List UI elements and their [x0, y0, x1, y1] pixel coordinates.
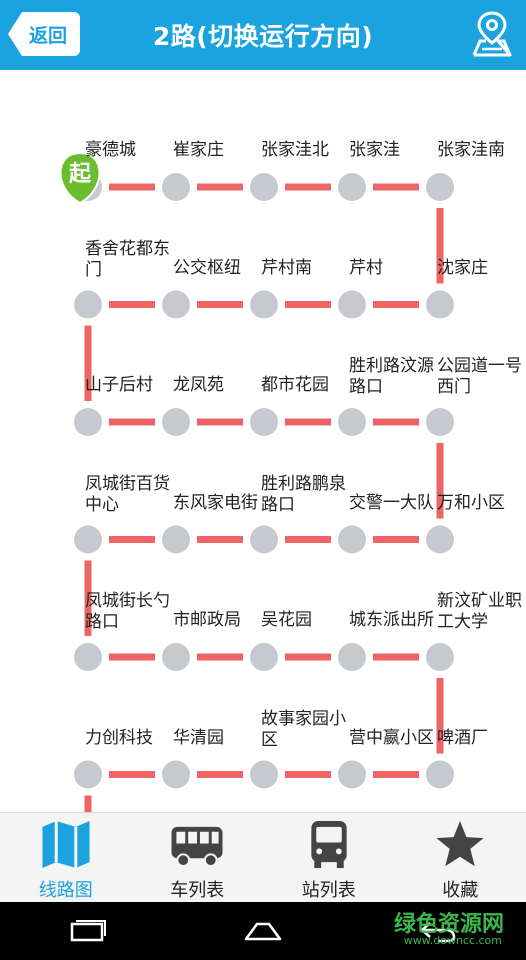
stop-marker[interactable]: [162, 760, 190, 789]
stop-marker[interactable]: [74, 525, 102, 554]
stop-label[interactable]: 张家洼: [349, 140, 439, 161]
stop-marker[interactable]: [250, 408, 278, 436]
home-button[interactable]: [233, 911, 293, 951]
stop-label[interactable]: 华清园: [173, 728, 263, 749]
stop-marker[interactable]: [250, 173, 278, 201]
stop-marker[interactable]: [162, 643, 190, 671]
stop-label[interactable]: 芹村: [349, 258, 439, 279]
stop-marker[interactable]: [162, 408, 190, 436]
stop-marker[interactable]: [426, 525, 454, 554]
stop-label[interactable]: 吴花园: [261, 610, 351, 631]
stop-marker[interactable]: [162, 525, 190, 554]
stop-marker[interactable]: [74, 408, 102, 436]
stop-label[interactable]: 公交枢纽: [173, 258, 263, 279]
route-line: 起: [59, 151, 454, 812]
stop-marker[interactable]: [338, 173, 366, 201]
bus-front-icon: [311, 820, 347, 869]
recent-apps-icon: [70, 920, 106, 942]
stop-marker[interactable]: [74, 643, 102, 671]
recent-apps-button[interactable]: [58, 911, 118, 951]
stop-label[interactable]: 凤城街长勺路口: [85, 591, 175, 633]
home-icon: [244, 922, 282, 941]
tab-label: 线路图: [38, 880, 93, 901]
stop-label[interactable]: 故事家园小区: [261, 709, 351, 751]
stop-marker[interactable]: [426, 760, 454, 789]
stop-marker[interactable]: [250, 760, 278, 789]
stop-label[interactable]: 城东派出所: [349, 610, 439, 631]
stop-label[interactable]: 东风家电街: [173, 493, 263, 514]
stop-label[interactable]: 香舍花都东门: [85, 239, 175, 281]
map-icon: [42, 820, 90, 869]
stop-label[interactable]: 胜利路鹏泉路口: [261, 474, 351, 516]
stop-label[interactable]: 胜利路汶源路口: [349, 356, 439, 398]
star-icon: [436, 820, 484, 867]
tab-favorites[interactable]: 收藏: [395, 813, 526, 902]
tab-route-map[interactable]: 线路图: [0, 813, 132, 902]
stop-label[interactable]: 山子后村: [85, 375, 175, 396]
start-badge-label: 起: [68, 162, 92, 187]
stop-label[interactable]: 交警一大队: [349, 493, 439, 514]
stop-marker[interactable]: [338, 643, 366, 671]
watermark-url: www.downcc.com: [403, 934, 502, 947]
page-title[interactable]: 2路(切换运行方向): [0, 0, 526, 70]
app-header: 返回 2路(切换运行方向): [0, 0, 526, 70]
stop-label[interactable]: 力创科技: [85, 728, 175, 749]
stop-label[interactable]: 凤城街百货中心: [85, 474, 175, 516]
tab-label: 站列表: [301, 880, 356, 901]
tab-label: 收藏: [442, 880, 479, 901]
stop-marker[interactable]: [250, 525, 278, 554]
stop-marker[interactable]: [162, 290, 190, 319]
stop-label[interactable]: 都市花园: [261, 375, 351, 396]
stop-label[interactable]: 崔家庄: [173, 140, 263, 161]
tab-label: 车列表: [170, 880, 225, 901]
stop-marker[interactable]: [338, 760, 366, 789]
stop-label[interactable]: 公园道一号西门: [437, 356, 526, 398]
stop-label[interactable]: 张家洼北: [261, 140, 351, 161]
stop-marker[interactable]: [338, 290, 366, 319]
stop-marker[interactable]: [426, 290, 454, 319]
tab-bus-list[interactable]: 车列表: [132, 813, 264, 902]
stop-marker[interactable]: [250, 643, 278, 671]
stop-label[interactable]: 芹村南: [261, 258, 351, 279]
stop-marker[interactable]: [338, 525, 366, 554]
tab-stop-list[interactable]: 站列表: [263, 813, 395, 902]
stop-label[interactable]: 营中嬴小区: [349, 728, 439, 749]
bottom-tab-bar: 线路图 车列表 站列表 收藏: [0, 812, 526, 902]
stop-marker[interactable]: [74, 290, 102, 319]
stop-label[interactable]: 啤酒厂: [437, 728, 526, 749]
map-location-icon[interactable]: [470, 9, 514, 59]
stop-marker[interactable]: [426, 643, 454, 671]
stop-label[interactable]: 新汶矿业职工大学: [437, 591, 526, 633]
stop-marker[interactable]: [338, 408, 366, 436]
stop-label[interactable]: 万和小区: [437, 493, 526, 514]
bus-icon: [171, 826, 223, 868]
stop-label[interactable]: 沈家庄: [437, 258, 526, 279]
stop-label[interactable]: 龙凤苑: [173, 375, 263, 396]
stop-marker[interactable]: [74, 760, 102, 789]
stop-marker[interactable]: [250, 290, 278, 319]
stop-marker[interactable]: [426, 408, 454, 436]
stop-label[interactable]: 张家洼南: [437, 140, 526, 161]
stop-label[interactable]: 豪德城: [85, 140, 175, 161]
stop-marker[interactable]: [162, 173, 190, 201]
route-map[interactable]: 起 豪德城 崔家庄 张家洼北 张家洼 张家洼南沈家庄 芹村 芹村南 公交枢纽 香舍花都东门山子后…: [0, 70, 526, 812]
stop-marker[interactable]: [426, 173, 454, 201]
stop-label[interactable]: 市邮政局: [173, 610, 263, 631]
